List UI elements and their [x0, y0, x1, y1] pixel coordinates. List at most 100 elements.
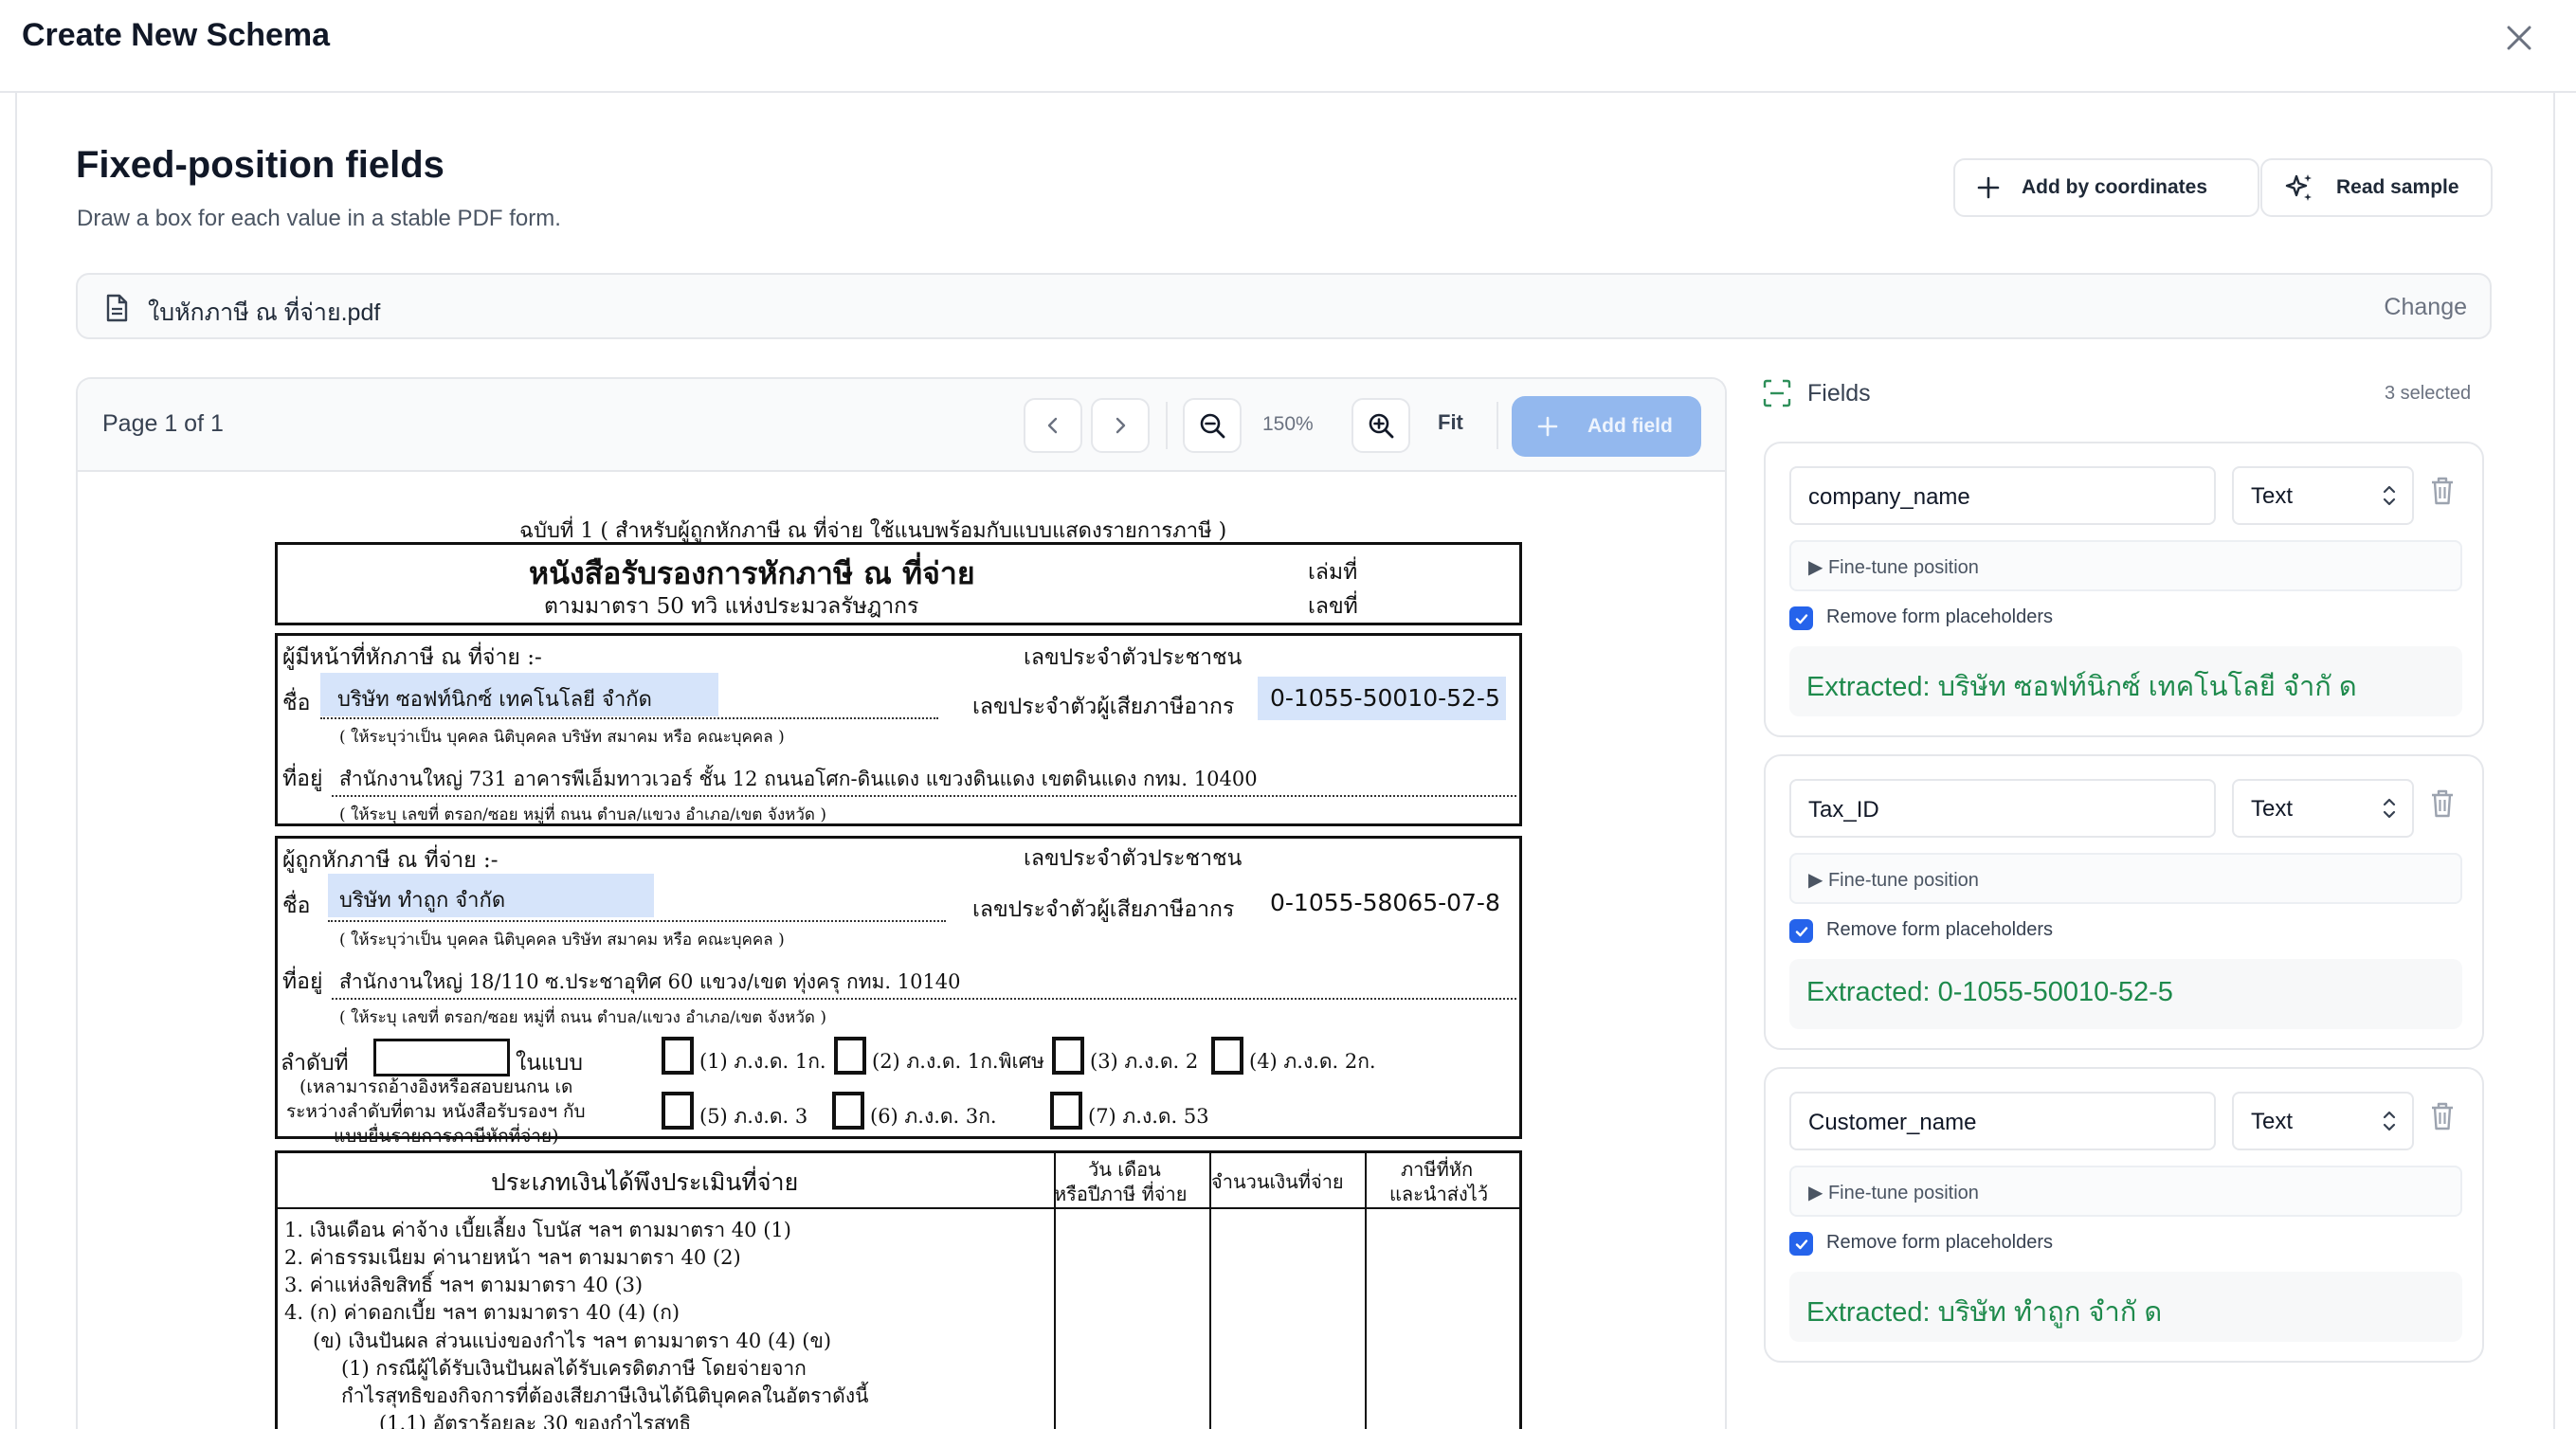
- fine-tune-position-toggle[interactable]: ▶ Fine-tune position: [1789, 540, 2462, 591]
- zoom-level: 150%: [1262, 413, 1314, 435]
- pdf-canvas[interactable]: ฉบับที่ 1 ( สำหรับผู้ถูกหักภาษี ณ ที่จ่า…: [78, 472, 1725, 1429]
- date-header: หรือปีภาษี ที่จ่าย: [1054, 1183, 1188, 1205]
- selected-count: 3 selected: [2385, 383, 2472, 404]
- form-checkbox: [1052, 1037, 1084, 1075]
- address-hint: ( ให้ระบุ เลขที่ ตรอก/ซอย หมู่ที่ ถนน ตำ…: [339, 805, 826, 824]
- sequence-note: แบบยื่นรายการภาษีหักที่จ่าย): [334, 1126, 559, 1147]
- trash-icon[interactable]: [2429, 1101, 2456, 1131]
- field-type-select[interactable]: Text: [2232, 1092, 2414, 1150]
- form-checkbox: [662, 1037, 694, 1075]
- payee-tax-id: 0-1055-58065-07-8: [1270, 889, 1500, 916]
- zoom-in-button[interactable]: [1351, 398, 1410, 453]
- tax-header: และนำส่งไว้: [1389, 1183, 1489, 1205]
- extracted-value: Extracted: บริษัท ซอฟท์นิกซ์ เทคโนโลยี จ…: [1789, 646, 2462, 716]
- pdf-page: ฉบับที่ 1 ( สำหรับผู้ถูกหักภาษี ณ ที่จ่า…: [78, 472, 1725, 1429]
- amount-header: จำนวนเงินที่จ่าย: [1211, 1170, 1344, 1193]
- section-title: Fixed-position fields: [76, 144, 444, 186]
- check-icon: [1795, 1239, 1807, 1249]
- modal-header: Create New Schema: [0, 0, 2576, 93]
- income-row: (1.1) อัตราร้อยละ 30 ของกำไรสุทธิ: [379, 1412, 692, 1429]
- close-button[interactable]: [2498, 17, 2540, 59]
- payee-id-card-label: เลขประจำตัวประชาชน: [1024, 846, 1243, 871]
- remove-placeholders-checkbox[interactable]: [1789, 1232, 1813, 1256]
- payee-name-label: ชื่อ: [282, 894, 311, 918]
- field-name-input[interactable]: Tax_ID: [1789, 779, 2216, 838]
- name-hint: ( ให้ระบุว่าเป็น บุคคล นิติบุคคล บริษัท …: [339, 931, 785, 950]
- form-option-1: (1) ภ.ง.ด. 1ก.: [699, 1050, 826, 1073]
- next-page-button[interactable]: [1091, 398, 1150, 453]
- form-checkbox: [1050, 1092, 1082, 1130]
- form-checkbox: [662, 1092, 694, 1130]
- payee-address: สำนักงานใหญ่ 18/110 ซ.ประชาอุทิศ 60 แขวง…: [339, 970, 961, 993]
- fine-tune-position-toggle[interactable]: ▶ Fine-tune position: [1789, 1166, 2462, 1217]
- read-sample-label: Read sample: [2336, 176, 2459, 198]
- payer-name-label: ชื่อ: [282, 691, 311, 715]
- add-by-coordinates-button[interactable]: Add by coordinates: [1953, 158, 2259, 217]
- name-hint: ( ให้ระบุว่าเป็น บุคคล นิติบุคคล บริษัท …: [339, 728, 785, 747]
- sparkles-icon: [2285, 174, 2312, 201]
- doc-subtitle: ตามมาตรา 50 ทวิ แห่งประมวลรัษฎากร: [544, 594, 919, 619]
- payer-tax-id-label: เลขประจำตัวผู้เสียภาษีอากร: [972, 695, 1235, 719]
- chevron-left-icon: [1047, 417, 1058, 434]
- section-subtitle: Draw a box for each value in a stable PD…: [77, 206, 561, 231]
- check-icon: [1795, 613, 1807, 624]
- add-field-label: Add field: [1587, 415, 1673, 437]
- form-option-5: (5) ภ.ง.ด. 3: [699, 1105, 808, 1128]
- read-sample-button[interactable]: Read sample: [2260, 158, 2493, 217]
- modal-title: Create New Schema: [22, 17, 331, 53]
- payee-section-label: ผู้ถูกหักภาษี ณ ที่จ่าย :-: [282, 848, 499, 873]
- dotted-line: [332, 998, 1516, 1000]
- zoom-out-icon: [1200, 413, 1225, 439]
- payer-section-label: ผู้มีหน้าที่หักภาษี ณ ที่จ่าย :-: [282, 645, 542, 670]
- field-name-input[interactable]: company_name: [1789, 466, 2216, 525]
- field-type-value: Text: [2251, 483, 2294, 509]
- trash-icon[interactable]: [2429, 476, 2456, 506]
- field-card: Customer_name Text ▶ Fine-tune position …: [1764, 1067, 2484, 1363]
- zoom-out-button[interactable]: [1183, 398, 1242, 453]
- field-type-select[interactable]: Text: [2232, 466, 2414, 525]
- remove-placeholders-label: Remove form placeholders: [1826, 606, 2053, 627]
- form-option-4: (4) ภ.ง.ด. 2ก.: [1249, 1050, 1376, 1073]
- form-checkbox: [832, 1092, 864, 1130]
- add-field-button[interactable]: Add field: [1512, 396, 1701, 457]
- remove-placeholders-checkbox[interactable]: [1789, 606, 1813, 630]
- income-row: 4. (ก) ค่าดอกเบี้ย ฯลฯ ตามมาตรา 40 (4) (…: [284, 1301, 680, 1324]
- toolbar-divider: [1497, 402, 1498, 449]
- payer-address: สำนักงานใหญ่ 731 อาคารพีเอ็มทาวเวอร์ ชั้…: [339, 768, 1258, 790]
- payee-address-label: ที่อยู่: [282, 969, 323, 994]
- field-card: company_name Text ▶ Fine-tune position R…: [1764, 442, 2484, 737]
- form-option-3: (3) ภ.ง.ด. 2: [1090, 1050, 1199, 1073]
- income-type-header: ประเภทเงินได้พึงประเมินที่จ่าย: [491, 1168, 799, 1196]
- table-column-line: [1365, 1150, 1367, 1429]
- trash-icon[interactable]: [2429, 788, 2456, 819]
- field-type-value: Text: [2251, 796, 2294, 822]
- chevron-updown-icon: [2383, 485, 2396, 506]
- zoom-in-icon: [1369, 413, 1394, 439]
- plus-icon: [1977, 176, 2000, 199]
- page-indicator: Page 1 of 1: [102, 410, 224, 437]
- payee-tax-id-label: เลขประจำตัวผู้เสียภาษีอากร: [972, 897, 1235, 922]
- payer-address-label: ที่อยู่: [282, 767, 323, 791]
- form-option-2: (2) ภ.ง.ด. 1ก.พิเศษ: [872, 1050, 1044, 1073]
- field-card: Tax_ID Text ▶ Fine-tune position Remove …: [1764, 754, 2484, 1050]
- remove-placeholders-checkbox[interactable]: [1789, 919, 1813, 943]
- payer-id-card-label: เลขประจำตัวประชาชน: [1024, 645, 1243, 670]
- dotted-line: [332, 795, 1516, 797]
- field-type-select[interactable]: Text: [2232, 779, 2414, 838]
- payee-name: บริษัท ทำถูก จำกัด: [339, 889, 506, 913]
- chevron-updown-icon: [2383, 1111, 2396, 1131]
- prev-page-button[interactable]: [1024, 398, 1082, 453]
- selected-file-bar: ใบหักภาษี ณ ที่จ่าย.pdf Change: [76, 273, 2492, 339]
- extracted-value: Extracted: 0-1055-50010-52-5: [1789, 959, 2462, 1029]
- change-file-button[interactable]: Change: [2384, 294, 2467, 321]
- payer-tax-id: 0-1055-50010-52-5: [1270, 684, 1500, 712]
- field-name-input[interactable]: Customer_name: [1789, 1092, 2216, 1150]
- payer-name: บริษัท ซอฟท์นิกซ์ เทคโนโลยี จำกัด: [337, 688, 652, 712]
- field-type-value: Text: [2251, 1109, 2294, 1134]
- chevron-updown-icon: [2383, 798, 2396, 819]
- form-option-6: (6) ภ.ง.ด. 3ก.: [870, 1105, 997, 1128]
- scan-icon: [1763, 379, 1791, 407]
- plus-icon: [1537, 416, 1558, 437]
- fine-tune-position-toggle[interactable]: ▶ Fine-tune position: [1789, 853, 2462, 904]
- fit-button[interactable]: Fit: [1438, 410, 1463, 435]
